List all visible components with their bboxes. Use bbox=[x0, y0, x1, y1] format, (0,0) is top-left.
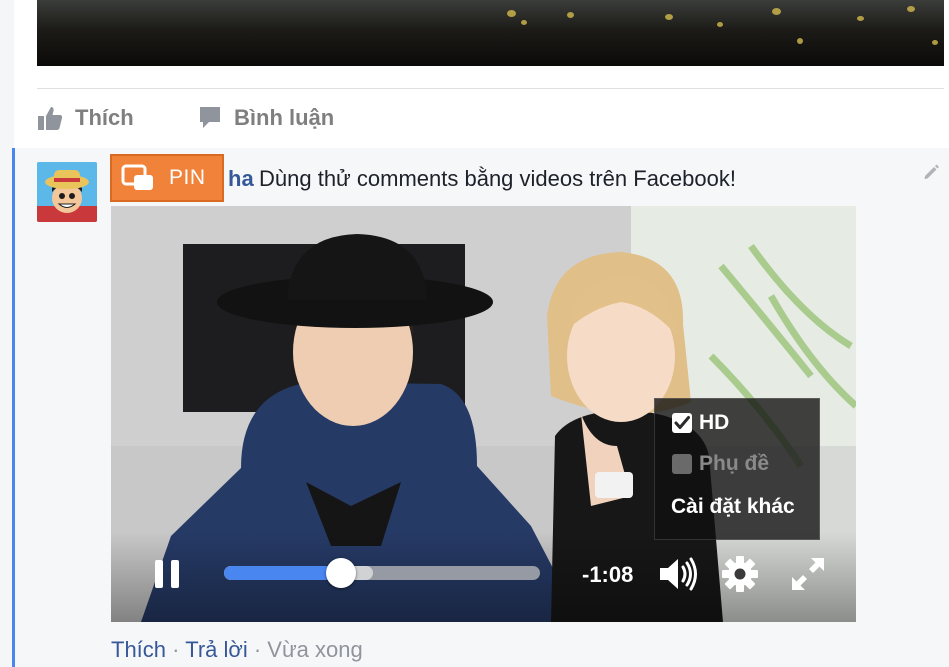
progress-scrubber[interactable] bbox=[325, 558, 356, 588]
comment-meta: Thích · Trả lời · Vừa xong bbox=[111, 637, 363, 663]
video-settings-menu: HD Phụ đề Cài đặt khác bbox=[654, 398, 820, 540]
progress-played bbox=[224, 566, 341, 580]
subtitles-checkbox[interactable] bbox=[671, 453, 693, 475]
like-label: Thích bbox=[75, 105, 134, 130]
avatar[interactable] bbox=[37, 162, 97, 222]
pin-button[interactable]: PIN bbox=[110, 154, 224, 202]
volume-icon[interactable] bbox=[658, 556, 700, 597]
comment-reply-link[interactable]: Trả lời bbox=[185, 637, 248, 662]
comment-like-link[interactable]: Thích bbox=[111, 637, 166, 662]
more-settings-label: Cài đặt khác bbox=[671, 495, 795, 518]
post-divider bbox=[37, 88, 944, 89]
comment-highlight-bar bbox=[12, 148, 15, 667]
video-progress-bar[interactable] bbox=[224, 566, 540, 580]
hd-checkbox[interactable] bbox=[671, 412, 693, 434]
comment-text: Dùng thử comments bằng videos trên Faceb… bbox=[259, 166, 736, 191]
subtitles-label: Phụ đề bbox=[699, 452, 770, 475]
pin-label: PIN bbox=[169, 166, 206, 189]
hd-option[interactable]: HD bbox=[671, 411, 729, 435]
comment-label: Bình luận bbox=[234, 105, 335, 130]
subtitles-option[interactable]: Phụ đề bbox=[671, 452, 769, 476]
separator: · bbox=[172, 637, 180, 662]
fullscreen-icon[interactable] bbox=[789, 555, 827, 598]
like-button[interactable]: Thích bbox=[37, 104, 134, 132]
more-settings-option[interactable]: Cài đặt khác bbox=[671, 495, 795, 519]
pencil-icon[interactable] bbox=[922, 163, 940, 186]
settings-gear-icon[interactable] bbox=[721, 555, 759, 598]
speech-bubble-icon bbox=[200, 107, 220, 128]
time-remaining: -1:08 bbox=[582, 562, 634, 587]
picture-in-picture-icon bbox=[121, 164, 153, 190]
comment-button[interactable]: Bình luận bbox=[198, 104, 334, 132]
hd-label: HD bbox=[699, 411, 730, 434]
post-media[interactable] bbox=[37, 0, 944, 66]
comment-timestamp: Vừa xong bbox=[267, 637, 363, 662]
comment-author[interactable]: ha bbox=[228, 166, 254, 192]
pause-icon[interactable] bbox=[152, 558, 182, 595]
separator: · bbox=[253, 637, 262, 662]
thumbs-up-icon bbox=[38, 107, 63, 130]
